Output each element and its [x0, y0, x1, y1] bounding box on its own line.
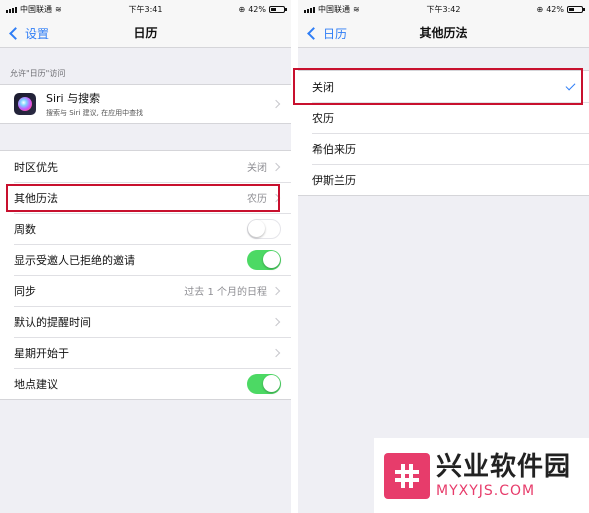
timezone-override-row[interactable]: 时区优先 关闭 [0, 151, 291, 182]
row-value: 关闭 [247, 163, 267, 174]
chevron-left-icon [9, 26, 22, 40]
wifi-icon: ≋ [55, 4, 62, 14]
access-section-header: 允许"日历"访问 [10, 69, 66, 78]
orientation-lock-icon: ⊕ [536, 4, 544, 14]
watermark-en: MYXYJS.COM [436, 482, 536, 499]
sync-row[interactable]: 同步 过去 1 个月的日程 [0, 275, 291, 306]
calendar-settings-screen: 中国联通 ≋ 下午3:41 ⊕ 42% 设置 日历 允许"日历"访问 Siri … [0, 0, 291, 513]
watermark-logo [384, 452, 430, 499]
carrier-label: 中国联通 [20, 4, 52, 14]
option-label: 伊斯兰历 [312, 173, 356, 187]
chevron-right-icon [271, 317, 281, 326]
default-alert-times-row[interactable]: 默认的提醒时间 [0, 306, 291, 337]
option-islamic[interactable]: 伊斯兰历 [298, 164, 589, 195]
battery-percent: 42% [248, 4, 266, 14]
row-label: 同步 [14, 284, 36, 298]
option-label: 关闭 [312, 80, 334, 94]
option-label: 农历 [312, 111, 334, 125]
calendar-type-list: 关闭 农历 希伯来历 伊斯兰历 [298, 70, 589, 196]
row-label: 时区优先 [14, 160, 58, 174]
watermark: 兴业软件园 MYXYJS.COM [374, 438, 589, 513]
siri-search-row[interactable]: Siri 与搜索 搜索与 Siri 建议, 在应用中查找 [0, 85, 291, 123]
chevron-right-icon [271, 99, 281, 109]
siri-icon [14, 93, 36, 115]
row-label: 地点建议 [14, 377, 58, 391]
navigation-bar: 设置 日历 [0, 18, 291, 48]
siri-subtitle: 搜索与 Siri 建议, 在应用中查找 [46, 109, 144, 117]
battery-icon [567, 5, 585, 13]
option-chinese[interactable]: 农历 [298, 102, 589, 133]
alternate-calendars-screen: 中国联通 ≋ 下午3:42 ⊕ 42% 日历 其他历法 关闭 农历 希伯来历 伊… [298, 0, 589, 513]
chevron-left-icon [307, 26, 320, 40]
chevron-right-icon [271, 193, 281, 202]
page-title: 其他历法 [419, 26, 468, 40]
battery-percent: 42% [546, 4, 564, 14]
row-value: 过去 1 个月的日程 [184, 287, 267, 298]
chevron-right-icon [271, 348, 281, 357]
back-button[interactable]: 设置 [8, 18, 49, 48]
show-declined-invites-row: 显示受邀人已拒绝的邀请 [0, 244, 291, 275]
back-button[interactable]: 日历 [306, 18, 347, 48]
week-numbers-row: 周数 [0, 213, 291, 244]
option-off[interactable]: 关闭 [298, 71, 589, 102]
row-label: 显示受邀人已拒绝的邀请 [14, 253, 135, 267]
status-bar: 中国联通 ≋ 下午3:42 ⊕ 42% [298, 0, 589, 18]
wifi-icon: ≋ [353, 4, 360, 14]
status-bar: 中国联通 ≋ 下午3:41 ⊕ 42% [0, 0, 291, 18]
chevron-right-icon [271, 286, 281, 295]
alternate-calendars-row[interactable]: 其他历法 农历 [0, 182, 291, 213]
start-week-on-row[interactable]: 星期开始于 [0, 337, 291, 368]
battery-icon [269, 5, 287, 13]
signal-icon [304, 6, 315, 13]
row-label: 周数 [14, 222, 36, 236]
week-numbers-toggle[interactable] [247, 218, 281, 239]
orientation-lock-icon: ⊕ [238, 4, 246, 14]
calendar-options-group: 时区优先 关闭 其他历法 农历 周数 显示受邀人已拒绝的邀请 同步 过去 1 个… [0, 150, 291, 400]
show-declined-invites-toggle[interactable] [247, 249, 281, 270]
chevron-right-icon [271, 162, 281, 171]
siri-title: Siri 与搜索 [46, 92, 101, 105]
location-suggestions-row: 地点建议 [0, 368, 291, 399]
page-title: 日历 [133, 26, 158, 40]
back-label: 设置 [25, 26, 50, 41]
row-value: 农历 [247, 194, 267, 205]
back-label: 日历 [323, 26, 348, 41]
navigation-bar: 日历 其他历法 [298, 18, 589, 48]
location-suggestions-toggle[interactable] [247, 373, 281, 394]
option-label: 希伯来历 [312, 142, 356, 156]
access-group: Siri 与搜索 搜索与 Siri 建议, 在应用中查找 [0, 84, 291, 124]
carrier-label: 中国联通 [318, 4, 350, 14]
row-label: 默认的提醒时间 [14, 315, 91, 329]
option-hebrew[interactable]: 希伯来历 [298, 133, 589, 164]
watermark-cn: 兴业软件园 [436, 451, 572, 482]
row-label: 星期开始于 [14, 346, 69, 360]
row-label: 其他历法 [14, 191, 58, 205]
signal-icon [6, 6, 17, 13]
